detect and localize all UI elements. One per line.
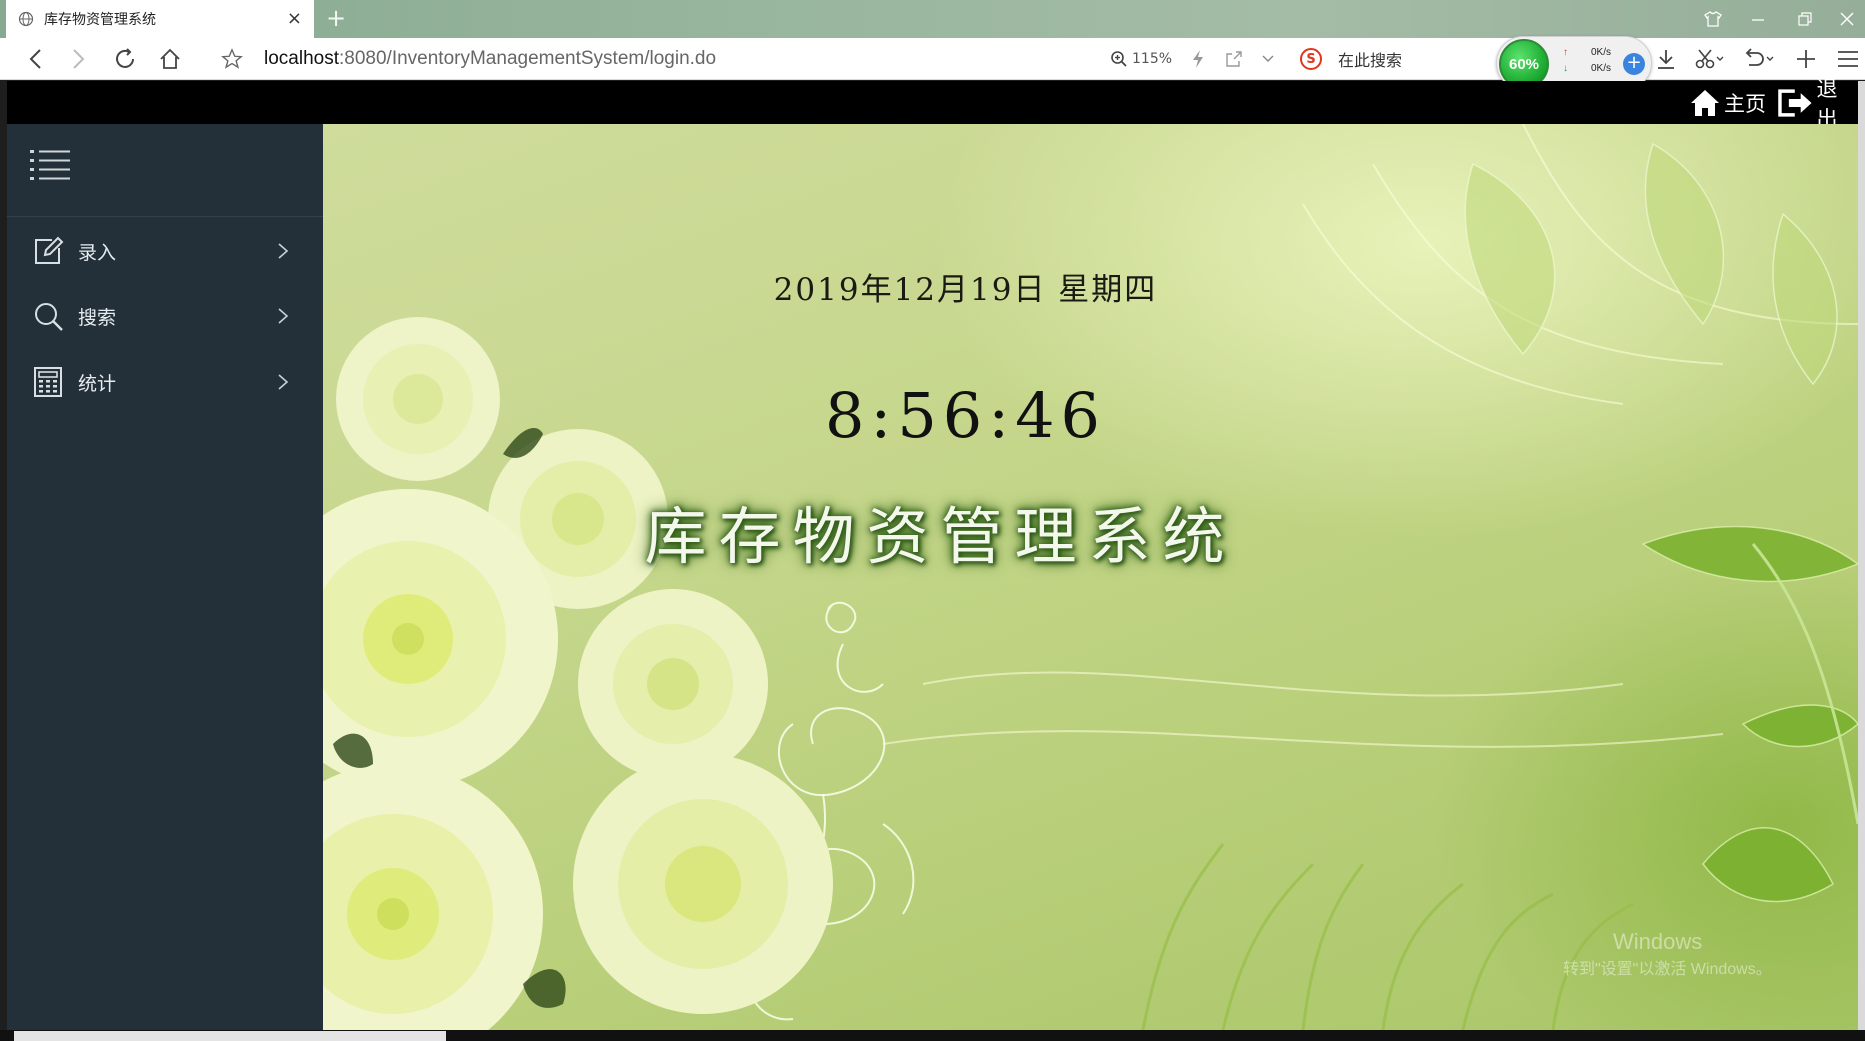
search-icon — [35, 303, 63, 331]
back-icon[interactable] — [20, 38, 50, 80]
forward-icon[interactable] — [64, 38, 94, 80]
windows-activation-watermark: Windows 转到"设置"以激活 Windows。 — [1563, 929, 1772, 979]
watermark-line-1: Windows — [1613, 929, 1703, 954]
star-icon[interactable] — [218, 38, 246, 80]
search-input[interactable]: 在此搜索 — [1338, 47, 1402, 71]
zoom-indicator[interactable]: 115% — [1110, 38, 1172, 80]
sidebar-item-label: 统计 — [78, 372, 117, 395]
new-tab-button[interactable]: + — [326, 4, 346, 32]
edit-icon — [35, 236, 64, 264]
system-title: 库存物资管理系统 — [644, 500, 1237, 573]
download-arrow-icon: ↓ — [1563, 63, 1568, 74]
calculator-icon — [34, 367, 62, 397]
taskbar-search[interactable] — [14, 1031, 446, 1041]
close-icon[interactable] — [1828, 0, 1865, 38]
main-content: 2019年12月19日 星期四 8:56:46 库存物资管理系统 Windows… — [323, 124, 1858, 1030]
home-nav-link[interactable]: 主页 — [1690, 81, 1766, 124]
restore-icon[interactable] — [1782, 0, 1828, 38]
url-path: :8080/InventoryManagementSystem/login.do — [339, 48, 717, 69]
browser-tab-strip: 库存物资管理系统 × + — [0, 0, 1865, 38]
minimize-icon[interactable] — [1735, 0, 1781, 38]
reload-icon[interactable] — [110, 38, 140, 80]
os-taskbar — [0, 1030, 1865, 1041]
sidebar-item-entry[interactable]: 录入 — [7, 223, 323, 279]
shirt-icon[interactable] — [1690, 0, 1736, 38]
watermark-line-2: 转到"设置"以激活 Windows。 — [1563, 961, 1772, 978]
sidebar: 录入 搜索 统计 — [7, 124, 323, 1030]
search-box[interactable]: S 在此搜索 — [1300, 38, 1402, 80]
sidebar-item-label: 录入 — [78, 241, 117, 264]
current-time: 8:56:46 — [824, 379, 1106, 452]
url-host: localhost — [264, 48, 339, 69]
sidebar-item-statistics[interactable]: 统计 — [7, 354, 323, 410]
home-icon[interactable] — [154, 38, 186, 80]
undo-icon[interactable] — [1738, 38, 1778, 80]
tab-close-button[interactable]: × — [287, 10, 302, 28]
net-download-speed: 0K/s — [1591, 63, 1612, 74]
address-bar[interactable]: localhost:8080/InventoryManagementSystem… — [264, 38, 716, 80]
search-engine-icon[interactable]: S — [1300, 48, 1322, 70]
current-date: 2019年12月19日 星期四 — [773, 272, 1158, 308]
house-icon — [1691, 89, 1719, 116]
zoom-icon — [1111, 51, 1127, 67]
download-icon[interactable] — [1652, 38, 1680, 80]
logout-nav-link[interactable]: 退出 — [1777, 77, 1858, 131]
sidebar-item-label: 搜索 — [78, 306, 117, 329]
logout-icon — [1778, 88, 1812, 117]
chevron-right-icon — [278, 374, 289, 390]
top-nav-bar: 主页 退出 — [7, 77, 1858, 131]
zoom-level: 115% — [1132, 51, 1173, 67]
upload-arrow-icon: ↑ — [1563, 47, 1568, 58]
lightning-icon[interactable] — [1188, 38, 1208, 80]
tab-title: 库存物资管理系统 — [44, 12, 156, 28]
home-label: 主页 — [1724, 91, 1766, 116]
globe-icon — [18, 11, 34, 27]
page-scrollbar[interactable] — [1858, 81, 1865, 1030]
accelerate-button[interactable]: + — [1623, 53, 1645, 75]
sidebar-divider — [7, 216, 323, 217]
chevron-right-icon — [278, 308, 289, 324]
sidebar-toggle-icon[interactable] — [30, 148, 70, 188]
chevron-down-icon[interactable] — [1258, 38, 1278, 80]
scissors-icon[interactable] — [1692, 38, 1728, 80]
web-page: 主页 退出 录入 搜索 统计 2019年12月19日 星期四 8:56:46 库… — [7, 77, 1858, 1030]
share-icon[interactable] — [1222, 38, 1246, 80]
rose-background-image — [323, 124, 1858, 1030]
chevron-right-icon — [278, 243, 289, 259]
net-upload-speed: 0K/s — [1591, 47, 1612, 58]
browser-tab[interactable]: 库存物资管理系统 × — [6, 0, 314, 38]
sidebar-item-search[interactable]: 搜索 — [7, 288, 323, 344]
